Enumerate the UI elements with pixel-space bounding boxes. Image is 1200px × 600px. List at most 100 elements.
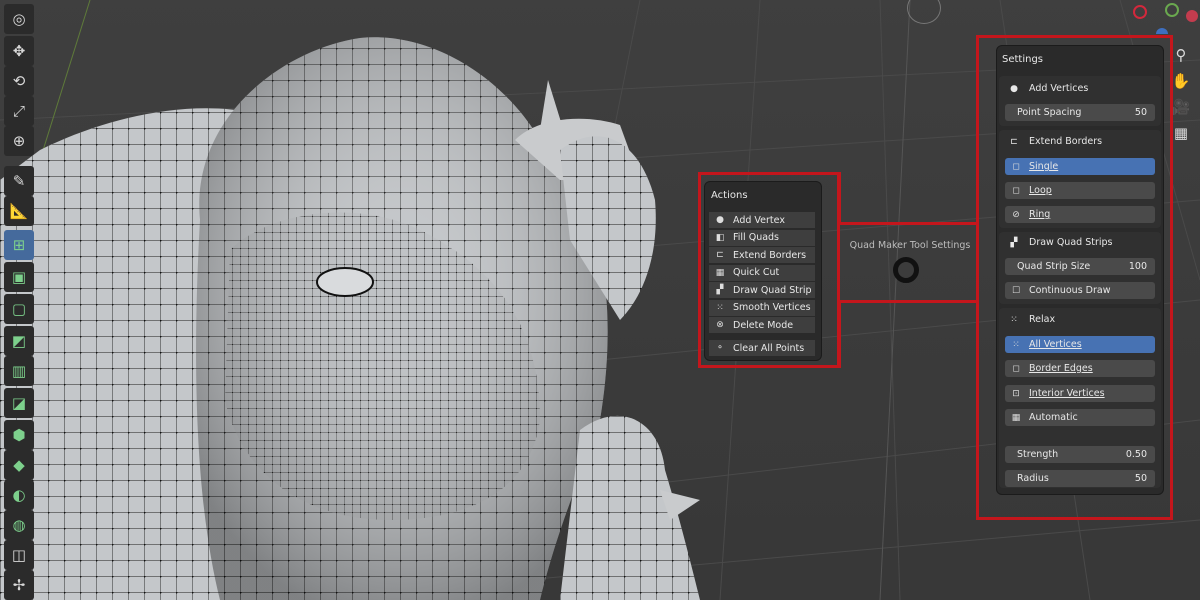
point-spacing-label: Point Spacing	[1017, 107, 1082, 118]
annotate-icon: ✎	[12, 172, 26, 190]
interior-vertices-icon: ⊡	[1012, 388, 1020, 399]
tool-button[interactable]: ⤢	[4, 96, 34, 126]
quick-cut-icon: ▦	[715, 267, 725, 278]
tool-button[interactable]: ▥	[4, 356, 34, 386]
automatic-icon: ▦	[1011, 412, 1021, 423]
radius-field[interactable]: Radius 50	[1005, 470, 1155, 487]
loop-option[interactable]: ◻ Loop	[1005, 182, 1155, 199]
all-vertices-label: All Vertices	[1029, 339, 1082, 350]
poly-build-icon: ⬢	[12, 426, 26, 444]
draw-quad-strip-icon: ▞	[716, 285, 724, 295]
tool-button[interactable]: ▣	[4, 262, 34, 292]
add-vertices-label: Add Vertices	[1029, 83, 1089, 94]
single-icon: ◻	[1012, 161, 1020, 172]
quad-strip-size-label: Quad Strip Size	[1017, 261, 1091, 272]
tool-button[interactable]: ◎	[4, 4, 34, 34]
ring-option[interactable]: ⊘ Ring	[1005, 206, 1155, 223]
tool-button[interactable]: ⟲	[4, 66, 34, 96]
extend-borders-block: ⊏ Extend Borders ◻ Single ◻ Loop ⊘ Ring	[999, 130, 1161, 228]
action-item[interactable]: ● Add Vertex	[709, 212, 815, 228]
strength-label: Strength	[1017, 449, 1059, 460]
tool-button[interactable]: ◩	[4, 326, 34, 356]
loop-cut-icon: ▥	[11, 362, 27, 380]
add-vertices-block: ● Add Vertices Point Spacing 50	[999, 76, 1161, 126]
tool-button[interactable]: ◐	[4, 480, 34, 510]
dot-icon: ●	[716, 215, 724, 225]
draw-quad-strips-toggle[interactable]: ▞ Draw Quad Strips	[1005, 234, 1157, 251]
tool-button[interactable]: ✥	[4, 36, 34, 66]
sculpt-model[interactable]	[0, 0, 700, 600]
relax-block: ⁙ Relax ⁙ All Vertices ◻ Border Edges ⊡ …	[999, 308, 1161, 488]
smooth-vertices-icon: ⁙	[716, 302, 724, 313]
point-spacing-field[interactable]: Point Spacing 50	[1005, 104, 1155, 121]
border-edges-label: Border Edges	[1029, 363, 1093, 374]
add-vertices-toggle[interactable]: ● Add Vertices	[1005, 80, 1157, 97]
action-item[interactable]: ▦ Quick Cut	[709, 264, 815, 281]
quad-strip-size-field[interactable]: Quad Strip Size 100	[1005, 258, 1155, 275]
tool-button[interactable]: 📐	[4, 196, 34, 226]
tool-button[interactable]: ◫	[4, 540, 34, 570]
measure-icon: 📐	[9, 202, 29, 220]
tool-button[interactable]: ✎	[4, 166, 34, 196]
action-item[interactable]: ⊗ Delete Mode	[709, 317, 815, 333]
extend-borders-toggle[interactable]: ⊏ Extend Borders	[1005, 133, 1157, 150]
strength-value: 0.50	[1125, 449, 1147, 460]
quad-strip-size-value: 100	[1128, 261, 1147, 272]
border-edges-option[interactable]: ◻ Border Edges	[1005, 360, 1155, 377]
interior-vertices-option[interactable]: ⊡ Interior Vertices	[1005, 385, 1155, 402]
clear-all-points-label: Clear All Points	[733, 342, 805, 354]
knife-icon: ◪	[11, 394, 27, 412]
connector-line	[838, 300, 979, 303]
settings-title: Settings	[1002, 54, 1044, 65]
connector-line	[838, 172, 841, 225]
action-label: Extend Borders	[733, 249, 807, 261]
all-vertices-option[interactable]: ⁙ All Vertices	[1005, 336, 1155, 353]
action-label: Smooth Vertices	[733, 302, 811, 313]
continuous-draw-label: Continuous Draw	[1029, 285, 1111, 296]
tool-button[interactable]: ◪	[4, 388, 34, 418]
tool-button[interactable]: ⊕	[4, 126, 34, 156]
3d-viewport[interactable]: ◎ ✥ ⟲ ⤢ ⊕ ✎ 📐 ⊞ ▣ ▢ ◩ ▥ ◪ ⬢ ◆ ◐ ◍ ◫ ✢ ⚲ ✋ 🎥 ▦ Quad Maker Tool…	[0, 0, 1200, 600]
tool-button[interactable]: ◆	[4, 450, 34, 480]
transform-icon: ⊕	[12, 132, 26, 150]
fill-quads-icon: ◧	[715, 232, 725, 243]
radius-value: 50	[1134, 473, 1147, 484]
axis-gizmo[interactable]	[1118, 0, 1200, 40]
tool-button[interactable]: ✢	[4, 570, 34, 600]
shrink-icon: ◍	[12, 516, 26, 534]
relax-icon: ⁙	[1010, 314, 1018, 325]
clear-all-points-button[interactable]: ⚬ Clear All Points	[709, 340, 815, 356]
rotate-icon: ⟲	[12, 72, 26, 90]
border-edges-icon: ◻	[1012, 363, 1020, 374]
connector-line	[838, 222, 979, 225]
point-spacing-value: 50	[1134, 107, 1147, 118]
bevel-icon: ◩	[11, 332, 27, 350]
action-label: Quick Cut	[733, 267, 780, 278]
actions-title: Actions	[711, 190, 748, 201]
action-item[interactable]: ◧ Fill Quads	[709, 229, 815, 246]
action-item[interactable]: ⁙ Smooth Vertices	[709, 299, 815, 316]
action-label: Add Vertex	[733, 214, 785, 226]
relax-toggle[interactable]: ⁙ Relax	[1005, 311, 1157, 328]
extrude-icon: ▣	[11, 268, 27, 286]
action-label: Delete Mode	[733, 319, 794, 331]
tool-button[interactable]: ⊞	[4, 230, 34, 260]
action-item[interactable]: ⊏ Extend Borders	[709, 247, 815, 263]
tool-button[interactable]: ◍	[4, 510, 34, 540]
single-option[interactable]: ◻ Single	[1005, 158, 1155, 175]
automatic-label: Automatic	[1029, 412, 1078, 423]
tool-button[interactable]: ⬢	[4, 420, 34, 450]
action-item[interactable]: ▞ Draw Quad Strip	[709, 282, 815, 298]
tool-button[interactable]: ▢	[4, 294, 34, 324]
continuous-draw-checkbox[interactable]: ☐ Continuous Draw	[1005, 282, 1155, 299]
extend-borders-icon: ⊏	[716, 250, 724, 260]
all-vertices-icon: ⁙	[1012, 339, 1020, 350]
automatic-option[interactable]: ▦ Automatic	[1005, 409, 1155, 426]
ring-label: Ring	[1029, 209, 1051, 220]
spin-icon: ◆	[13, 456, 25, 474]
rip-icon: ✢	[12, 576, 26, 594]
settings-panel: Settings ● Add Vertices Point Spacing 50…	[997, 46, 1163, 494]
strength-field[interactable]: Strength 0.50	[1005, 446, 1155, 463]
loop-icon: ◻	[1012, 185, 1020, 196]
radius-label: Radius	[1017, 473, 1049, 484]
